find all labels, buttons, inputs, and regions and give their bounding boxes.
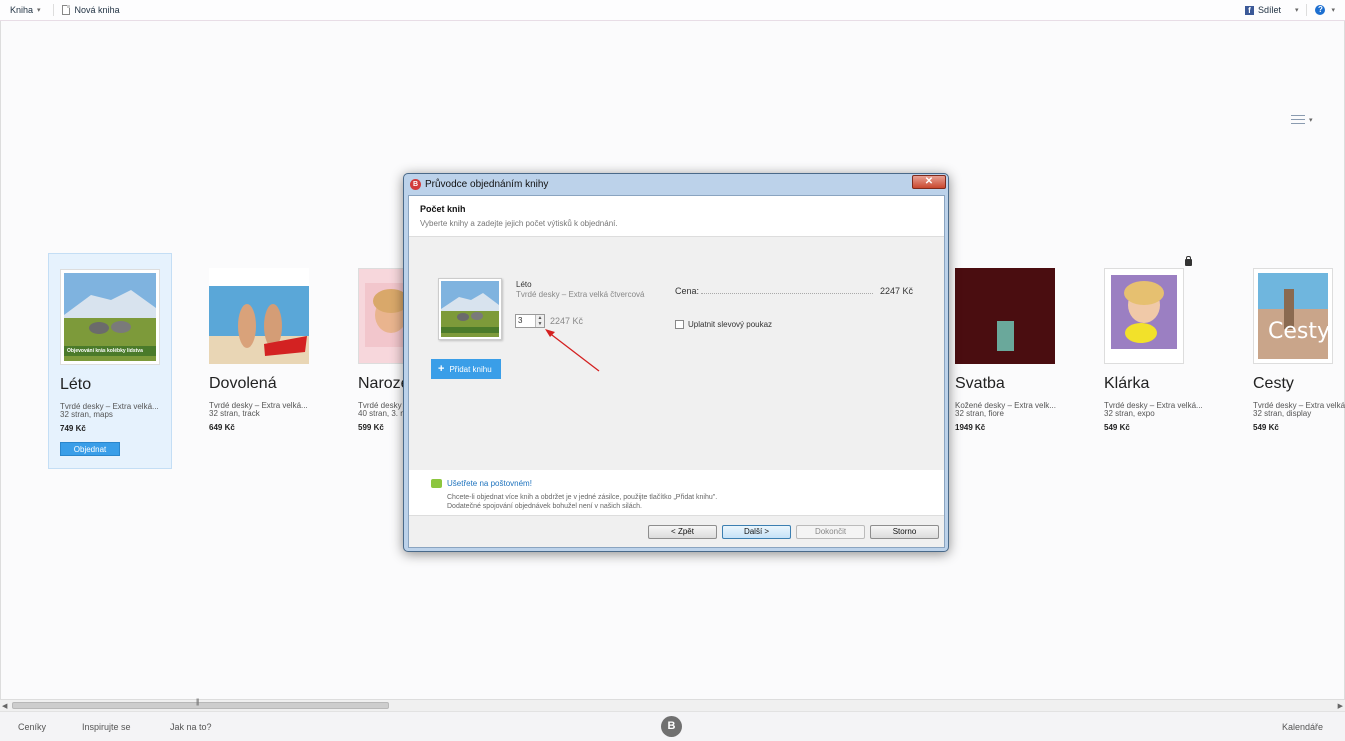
dialog-title: Průvodce objednáním knihy bbox=[425, 179, 549, 190]
share-dropdown-icon[interactable]: ▾ bbox=[1295, 6, 1299, 14]
quantity-value: 3 bbox=[518, 316, 523, 325]
book-title: Klárka bbox=[1104, 375, 1150, 392]
book-cover-klarka bbox=[1104, 268, 1184, 364]
price-label: Cena: bbox=[675, 286, 700, 296]
view-mode-toggle[interactable]: ▾ bbox=[1291, 115, 1313, 124]
book-price: 549 Kč bbox=[1104, 423, 1130, 432]
shipping-tip: Ušetřete na poštovném! Chcete-li objedna… bbox=[409, 470, 944, 515]
howto-link[interactable]: Jak na to? bbox=[170, 722, 212, 732]
book-title: Svatba bbox=[955, 375, 1005, 392]
book-cover-svatba bbox=[955, 268, 1055, 364]
book-card-dovolena[interactable]: Dovolená Tvrdé desky – Extra velká... 32… bbox=[198, 253, 322, 469]
annotation-arrow-icon bbox=[545, 329, 600, 372]
book-pages: 32 stran, expo bbox=[1104, 409, 1155, 418]
share-label: Sdílet bbox=[1257, 5, 1281, 15]
beach-cover-image bbox=[209, 286, 309, 364]
dialog-footer: < Zpět Další > Dokončit Storno bbox=[409, 515, 944, 547]
cover-label-plate bbox=[997, 321, 1014, 351]
book-menu-label: Kniha bbox=[10, 5, 34, 15]
voucher-label: Uplatnit slevový poukaz bbox=[688, 320, 773, 329]
back-button[interactable]: < Zpět bbox=[648, 525, 717, 539]
step-title: Počet knih bbox=[420, 204, 466, 214]
book-price: 1949 Kč bbox=[955, 423, 986, 432]
book-menu[interactable]: Kniha ▾ bbox=[10, 5, 41, 15]
new-book-button[interactable]: Nová kniha bbox=[61, 5, 120, 15]
book-cover-leto: Objevování krás kolébky lidstva bbox=[60, 269, 160, 365]
chevron-down-icon: ▾ bbox=[1309, 116, 1313, 124]
book-card-cesty[interactable]: Cesty Cesty Tvrdé desky – Extra velká...… bbox=[1242, 253, 1345, 469]
order-wizard-dialog: B Průvodce objednáním knihy ✕ Počet knih… bbox=[403, 173, 949, 552]
dialog-content: Léto Tvrdé desky – Extra velká čtvercová… bbox=[409, 237, 944, 470]
new-document-icon bbox=[61, 5, 70, 15]
step-description: Vyberte knihy a zadejte jejich počet výt… bbox=[420, 219, 618, 228]
cover-caption: Cesty bbox=[1268, 319, 1331, 344]
book-pages: 32 stran, display bbox=[1253, 409, 1312, 418]
voucher-option[interactable]: Uplatnit slevový poukaz bbox=[675, 320, 772, 329]
toolbar-divider bbox=[1306, 4, 1308, 16]
app-icon: B bbox=[410, 179, 421, 190]
lock-icon bbox=[1185, 256, 1192, 266]
cancel-button[interactable]: Storno bbox=[870, 525, 939, 539]
speech-bubble-icon bbox=[431, 479, 442, 488]
book-pages: 32 stran, track bbox=[209, 409, 260, 418]
plus-icon: + bbox=[438, 363, 445, 375]
app-logo[interactable]: B bbox=[661, 716, 682, 737]
close-button[interactable]: ✕ bbox=[912, 175, 946, 189]
dialog-header: Počet knih Vyberte knihy a zadejte jejic… bbox=[409, 196, 944, 237]
book-card-svatba[interactable]: Svatba Kožené desky – Extra velk... 32 s… bbox=[944, 253, 1068, 469]
book-pages: 32 stran, fiore bbox=[955, 409, 1004, 418]
book-title: Dovolená bbox=[209, 375, 277, 392]
voucher-checkbox[interactable] bbox=[675, 320, 684, 329]
travel-cover-image bbox=[1258, 273, 1328, 359]
help-icon[interactable]: ? bbox=[1315, 5, 1326, 15]
pricing-link[interactable]: Ceníky bbox=[18, 722, 46, 732]
facebook-icon: f bbox=[1244, 5, 1254, 15]
horizontal-scrollbar[interactable]: ◀ ▶ bbox=[0, 699, 1345, 711]
add-book-button[interactable]: + Přidat knihu bbox=[431, 359, 501, 379]
dialog-body: Počet knih Vyberte knihy a zadejte jejic… bbox=[408, 195, 945, 548]
finish-button[interactable]: Dokončit bbox=[796, 525, 865, 539]
tip-text: Chcete-li objednat více knih a obdržet j… bbox=[447, 494, 718, 501]
book-cover-cesty: Cesty bbox=[1253, 268, 1333, 364]
add-book-label: Přidat knihu bbox=[449, 365, 492, 374]
calendars-link[interactable]: Kalendáře bbox=[1282, 722, 1323, 732]
book-title: Léto bbox=[60, 376, 92, 393]
book-cover-dovolena bbox=[209, 268, 309, 364]
order-item-subtitle: Tvrdé desky – Extra velká čtvercová bbox=[516, 290, 645, 299]
book-price: 549 Kč bbox=[1253, 423, 1279, 432]
scrollbar-thumb[interactable] bbox=[12, 699, 389, 709]
book-price: 649 Kč bbox=[209, 423, 235, 432]
help-dropdown-icon[interactable]: ▾ bbox=[1331, 6, 1335, 14]
book-card-klarka[interactable]: Klárka Tvrdé desky – Extra velká... 32 s… bbox=[1093, 253, 1217, 469]
order-button[interactable]: Objednat bbox=[60, 442, 120, 456]
scroll-right-icon[interactable]: ▶ bbox=[1338, 702, 1343, 710]
new-book-label: Nová kniha bbox=[74, 5, 120, 15]
book-thumbnail bbox=[438, 278, 502, 340]
top-toolbar: Kniha ▾ Nová kniha f Sdílet ▾ ? ▾ bbox=[0, 0, 1345, 21]
book-pages: 32 stran, maps bbox=[60, 410, 113, 419]
book-card-leto[interactable]: Objevování krás kolébky lidstva Léto Tvr… bbox=[48, 253, 172, 469]
chevron-down-icon: ▾ bbox=[37, 7, 41, 14]
book-price: 749 Kč bbox=[60, 424, 86, 433]
share-button[interactable]: f Sdílet bbox=[1244, 5, 1281, 15]
child-cover-image bbox=[1111, 275, 1177, 349]
list-view-icon bbox=[1291, 115, 1305, 124]
bottom-bar: Ceníky Inspirujte se Jak na to? B Kalend… bbox=[0, 711, 1345, 741]
tip-text: Dodatečné spojování objednávek bohužel n… bbox=[447, 503, 642, 510]
dialog-titlebar[interactable]: B Průvodce objednáním knihy ✕ bbox=[404, 174, 948, 195]
book-title: Cesty bbox=[1253, 375, 1294, 392]
tip-title: Ušetřete na poštovném! bbox=[447, 479, 532, 488]
next-button[interactable]: Další > bbox=[722, 525, 791, 539]
order-item-title: Léto bbox=[516, 280, 532, 289]
toolbar-divider bbox=[52, 4, 54, 16]
price-value: 2247 Kč bbox=[880, 286, 914, 296]
elephants-thumbnail-image bbox=[441, 281, 499, 337]
dotted-leader bbox=[701, 293, 873, 294]
scroll-left-icon[interactable]: ◀ bbox=[2, 702, 7, 710]
inspire-link[interactable]: Inspirujte se bbox=[82, 722, 131, 732]
book-price: 599 Kč bbox=[358, 423, 384, 432]
cover-caption: Objevování krás kolébky lidstva bbox=[67, 348, 143, 354]
